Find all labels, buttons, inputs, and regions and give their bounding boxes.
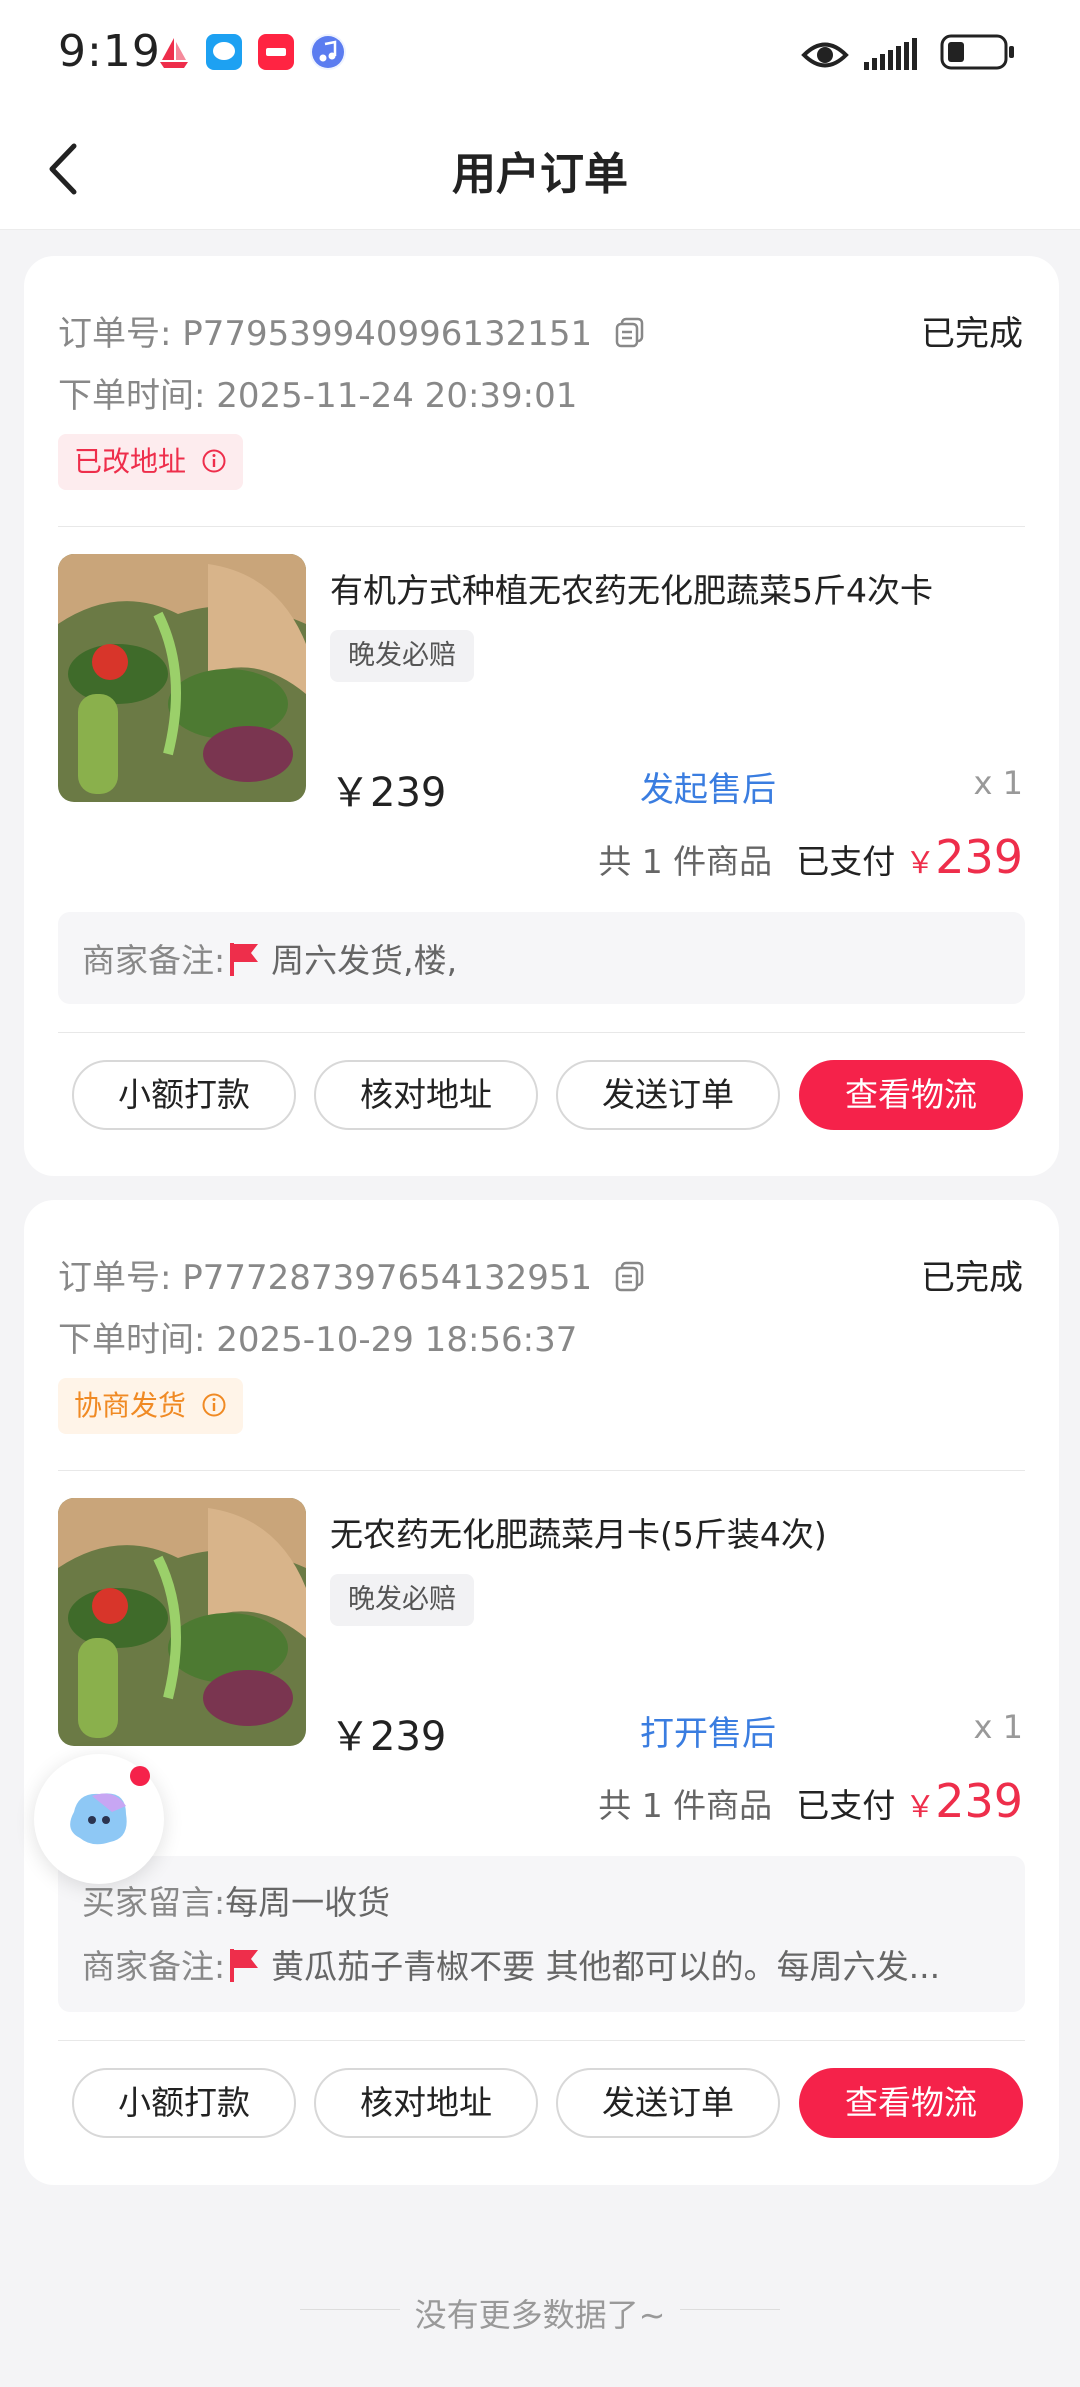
small-payment-button[interactable]: 小额打款	[72, 2068, 296, 2138]
merchant-note-label: 商家备注:	[82, 941, 226, 980]
order-time-label: 下单时间:	[58, 376, 206, 416]
product-quantity: x 1	[973, 1708, 1023, 1746]
order-time: 2025-10-29 18:56:37	[216, 1320, 578, 1360]
nav-bar: 用户订单	[0, 108, 1080, 230]
flag-icon	[227, 1946, 261, 1984]
view-logistics-button[interactable]: 查看物流	[799, 1060, 1023, 1130]
chat-app-icon	[206, 34, 242, 70]
product-quantity: x 1	[973, 764, 1023, 802]
sail-app-icon	[156, 34, 192, 70]
paid-currency: ￥	[905, 846, 936, 881]
order-number: P779539940996132151	[182, 314, 593, 354]
send-order-button[interactable]: 发送订单	[556, 2068, 780, 2138]
merchant-note[interactable]: 商家备注: 周六发货,楼,	[82, 934, 457, 982]
assistant-float-button[interactable]	[34, 1754, 164, 1884]
status-time: 9:19	[58, 26, 161, 77]
merchant-note-text: 周六发货,楼,	[271, 941, 458, 980]
battery-icon	[940, 32, 1016, 72]
aftersale-link[interactable]: 打开售后	[640, 1706, 776, 1755]
order-status: 已完成	[921, 1258, 1023, 1298]
product-title[interactable]: 有机方式种植无农药无化肥蔬菜5斤4次卡	[330, 564, 933, 612]
info-icon	[201, 1381, 227, 1417]
order-summary: 共 1 件商品 已支付 ￥239	[598, 830, 1023, 884]
merchant-note[interactable]: 商家备注: 黄瓜茄子青椒不要 其他都可以的。每周六发...	[82, 1940, 940, 1988]
negotiated-shipping-tag[interactable]: 协商发货	[58, 1378, 243, 1434]
order-time: 2025-11-24 20:39:01	[216, 376, 578, 416]
order-time-row: 下单时间: 2025-10-29 18:56:37	[58, 1312, 577, 1361]
order-summary: 共 1 件商品 已支付 ￥239	[598, 1774, 1023, 1828]
item-count: 共 1 件商品	[598, 842, 773, 881]
aftersale-link[interactable]: 发起售后	[640, 762, 776, 811]
product-price: ￥239	[330, 770, 447, 816]
paid-label: 已支付	[796, 842, 896, 881]
signal-icon	[862, 34, 928, 74]
buyer-message-text: 每周一收货	[225, 1883, 391, 1922]
music-app-icon	[310, 34, 346, 70]
send-order-button[interactable]: 发送订单	[556, 1060, 780, 1130]
merchant-note-label: 商家备注:	[82, 1947, 226, 1986]
redbook-app-icon	[258, 34, 294, 70]
divider	[680, 2309, 780, 2310]
note-box: 商家备注: 周六发货,楼,	[58, 912, 1025, 1004]
note-box: 买家留言:每周一收货 商家备注: 黄瓜茄子青椒不要 其他都可以的。每周六发...	[58, 1856, 1025, 2012]
tag-label: 协商发货	[74, 1389, 187, 1422]
info-icon	[201, 437, 227, 473]
order-number-row: 订单号: P777287397654132951	[58, 1250, 647, 1299]
product-image[interactable]	[58, 1498, 306, 1746]
order-number-label: 订单号:	[58, 1258, 172, 1298]
order-number-label: 订单号:	[58, 314, 172, 354]
late-ship-guarantee-tag: 晚发必赔	[330, 1574, 474, 1626]
eye-icon	[800, 30, 850, 80]
item-count: 共 1 件商品	[598, 1786, 773, 1825]
notification-dot	[130, 1766, 150, 1786]
order-card: 订单号: P779539940996132151 已完成 下单时间: 2025-…	[24, 256, 1059, 1176]
late-ship-guarantee-tag: 晚发必赔	[330, 630, 474, 682]
verify-address-button[interactable]: 核对地址	[314, 1060, 538, 1130]
copy-icon[interactable]	[613, 315, 647, 349]
order-time-label: 下单时间:	[58, 1320, 206, 1360]
order-number: P777287397654132951	[182, 1258, 593, 1298]
product-image[interactable]	[58, 554, 306, 802]
copy-icon[interactable]	[613, 1259, 647, 1293]
tag-label: 已改地址	[74, 445, 187, 478]
divider	[58, 526, 1025, 527]
order-card: 订单号: P777287397654132951 已完成 下单时间: 2025-…	[24, 1200, 1059, 2185]
no-more-data-text: 没有更多数据了~	[414, 2296, 666, 2334]
paid-amount: 239	[935, 830, 1023, 884]
order-number-row: 订单号: P779539940996132151	[58, 306, 647, 355]
paid-amount: 239	[935, 1774, 1023, 1828]
paid-label: 已支付	[796, 1786, 896, 1825]
paid-currency: ￥	[905, 1790, 936, 1825]
divider	[58, 1032, 1025, 1033]
verify-address-button[interactable]: 核对地址	[314, 2068, 538, 2138]
merchant-note-text: 黄瓜茄子青椒不要 其他都可以的。每周六发...	[271, 1947, 941, 1986]
status-bar: 9:19	[0, 0, 1080, 108]
address-changed-tag[interactable]: 已改地址	[58, 434, 243, 490]
product-price: ￥239	[330, 1714, 447, 1760]
order-status: 已完成	[921, 314, 1023, 354]
order-time-row: 下单时间: 2025-11-24 20:39:01	[58, 368, 577, 417]
divider	[58, 2040, 1025, 2041]
page-title: 用户订单	[452, 149, 628, 200]
flag-icon	[227, 940, 261, 978]
buyer-message-label: 买家留言:	[82, 1883, 226, 1922]
view-logistics-button[interactable]: 查看物流	[799, 2068, 1023, 2138]
product-title[interactable]: 无农药无化肥蔬菜月卡(5斤装4次)	[330, 1508, 827, 1556]
divider	[58, 1470, 1025, 1471]
small-payment-button[interactable]: 小额打款	[72, 1060, 296, 1130]
